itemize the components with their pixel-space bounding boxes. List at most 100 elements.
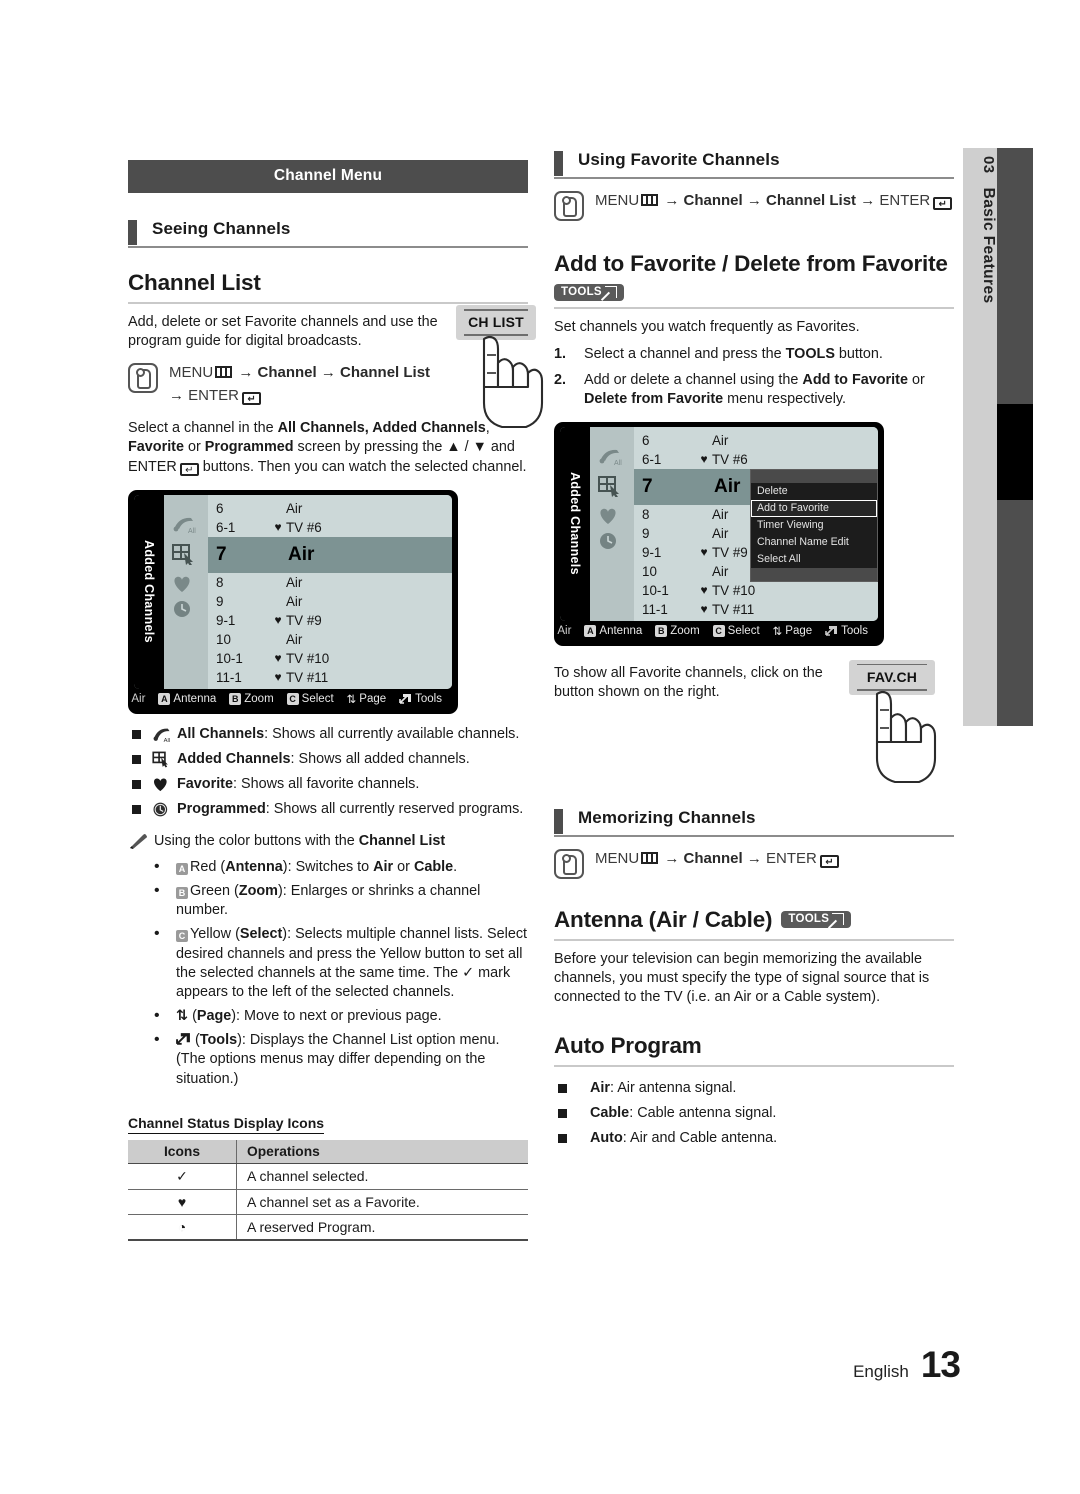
th-icons: Icons — [128, 1139, 237, 1164]
tv-key-select[interactable]: C Select — [286, 692, 334, 705]
path-channel: Channel — [683, 849, 743, 867]
tv-row: 11-1 ♥ TV #11 — [634, 600, 878, 619]
updown-arrow-icon: ⇅ — [176, 1008, 189, 1025]
tv-screen-inner: Added Channels All 6 Air 6-1 ♥ TV #6 7 A… — [560, 426, 878, 621]
tools-menu-item-add-to-favorite[interactable]: Add to Favorite — [751, 499, 877, 517]
path-channel-list: Channel List — [766, 192, 857, 209]
cb-pre: Green ( — [190, 883, 239, 900]
table-header-row: Icons Operations — [128, 1139, 528, 1164]
section-heading-seeing-channels: Seeing Channels — [128, 219, 528, 248]
remote-key-fav-ch[interactable]: FAV.CH — [849, 659, 937, 783]
tv-row: 11-1 ♥ TV #11 — [208, 668, 452, 687]
select-bold-1: All Channels, Added Channels — [277, 420, 486, 437]
tv-category-icon-column: All — [590, 426, 634, 621]
tv-row: 10-1 ♥ TV #10 — [208, 649, 452, 668]
row-fav: ♥ — [700, 452, 708, 467]
color-key-c-icon: C — [286, 692, 299, 705]
cb-fn: Antenna — [225, 859, 283, 875]
tv-key-antenna[interactable]: A Antenna — [158, 692, 216, 705]
left-column: Channel Menu Seeing Channels Channel Lis… — [128, 160, 544, 1241]
remote-key-ch-list[interactable]: CH LIST — [456, 305, 544, 429]
bullet-label: Cable — [590, 1105, 630, 1122]
row-number: 10-1 — [642, 582, 669, 598]
tv-key-tools[interactable]: Tools — [399, 693, 442, 705]
favorites-note: To show all Favorite channels, click on … — [554, 664, 823, 700]
tv-key-page[interactable]: ⇅ Page — [773, 624, 813, 638]
row-fav: ♥ — [274, 670, 282, 685]
path-channel-list: Channel List — [340, 364, 431, 382]
tools-menu-item-select-all[interactable]: Select All — [751, 551, 877, 568]
channel-status-icons-table: Icons Operations ✓ A channel selected. ♥… — [128, 1139, 528, 1241]
list-item: Programmed: Shows all currently reserved… — [128, 800, 528, 819]
tv-row: 10 Air — [208, 630, 452, 649]
all-channels-icon[interactable]: All — [171, 513, 199, 535]
clock-icon — [153, 802, 168, 817]
right-column: Using Favorite Channels MENU → Channel →… — [554, 150, 954, 1154]
row-name: TV #6 — [286, 519, 322, 535]
row-number: 8 — [216, 574, 224, 590]
tv-key-select[interactable]: C Select — [712, 624, 760, 637]
heart-icon — [154, 778, 167, 791]
bullet-label: Air — [590, 1080, 610, 1097]
tools-menu-item-timer-viewing[interactable]: Timer Viewing — [751, 517, 877, 534]
page-title-channel-list: Channel List — [128, 270, 261, 295]
menu-path-favorites: MENU → Channel → Channel List → ENTER ↵ — [554, 190, 954, 221]
press-hand-icon — [554, 191, 584, 221]
arrow-2: → — [320, 364, 336, 382]
tools-menu-item-channel-name-edit[interactable]: Channel Name Edit — [751, 534, 877, 551]
menu-grid-icon — [215, 366, 233, 379]
svg-text:All: All — [188, 528, 196, 535]
row-name: TV #10 — [286, 650, 330, 666]
clock-icon[interactable] — [597, 530, 625, 552]
added-channels-icon[interactable] — [171, 543, 199, 565]
heart-icon[interactable] — [597, 505, 625, 527]
clock-icon: ◔ — [128, 1214, 237, 1241]
page-title-add-to-favorite: Add to Favorite / Delete from Favorite — [554, 251, 948, 276]
row-name: TV #11 — [286, 669, 329, 685]
menu-path-text: MENU → Channel → Channel List → ENTER ↵ — [169, 362, 430, 407]
tv-key-tools[interactable]: Tools — [825, 625, 868, 637]
tv-key-label: Select — [301, 692, 334, 705]
chapter-tab-text: 03 Basic Features — [963, 156, 997, 716]
tools-arrow-icon — [832, 913, 845, 926]
tv-side-label: Added Channels — [560, 426, 590, 621]
row-number: 6 — [642, 432, 650, 448]
tv-key-zoom[interactable]: B Zoom — [655, 624, 700, 637]
list-item: Air: Air antenna signal. — [554, 1079, 954, 1098]
row-name: Air — [286, 631, 303, 647]
section-heading-using-favorites: Using Favorite Channels — [554, 150, 954, 179]
tools-badge: TOOLS — [554, 284, 624, 301]
path-enter: ENTER — [879, 192, 931, 209]
row-fav: ♥ — [274, 613, 282, 628]
tools-menu-item-delete[interactable]: Delete — [751, 483, 877, 500]
note-bold: Channel List — [358, 832, 446, 849]
page-title-auto-program: Auto Program — [554, 1033, 702, 1059]
svg-text:All: All — [614, 460, 622, 467]
tv-key-label: Zoom — [670, 624, 700, 637]
tv-tools-menu[interactable]: Delete Add to Favorite Timer Viewing Cha… — [750, 468, 878, 582]
tv-key-zoom[interactable]: B Zoom — [229, 692, 274, 705]
added-channels-icon[interactable] — [597, 475, 625, 497]
row-number: 7 — [642, 475, 653, 497]
antenna-title-text: Antenna (Air / Cable) — [554, 906, 773, 932]
tv-channel-rows: 6 Air 6-1 ♥ TV #6 7 Air 8 Air 9 Air 9-1 ♥ TV #9 … — [634, 426, 878, 621]
list-item: CYellow (Select): Selects multiple chann… — [128, 923, 528, 1002]
tv-row-selected[interactable]: 7 Air — [208, 536, 452, 573]
enter-key-icon: ↵ — [242, 391, 262, 405]
step-number: 1. — [554, 346, 567, 363]
table-row: ♥ A channel set as a Favorite. — [128, 1189, 528, 1215]
table-cell-operation: A reserved Program. — [236, 1214, 528, 1241]
cb-b2: Cable — [413, 859, 454, 875]
color-key-c-icon: C — [176, 930, 188, 943]
cb-fn: Select — [239, 926, 283, 943]
heart-icon[interactable] — [171, 573, 199, 595]
row-number: 8 — [642, 506, 650, 522]
all-channels-icon[interactable]: All — [597, 445, 625, 467]
tv-row: 10-1 ♥ TV #10 — [634, 581, 878, 600]
table-cell-operation: A channel set as a Favorite. — [236, 1189, 528, 1215]
chapter-number: 03 — [980, 156, 997, 174]
channel-category-bullets: All All Channels: Shows all currently av… — [128, 725, 528, 819]
tv-key-antenna[interactable]: A Antenna — [584, 624, 642, 637]
tv-key-page[interactable]: ⇅ Page — [347, 692, 387, 706]
clock-icon[interactable] — [171, 598, 199, 620]
